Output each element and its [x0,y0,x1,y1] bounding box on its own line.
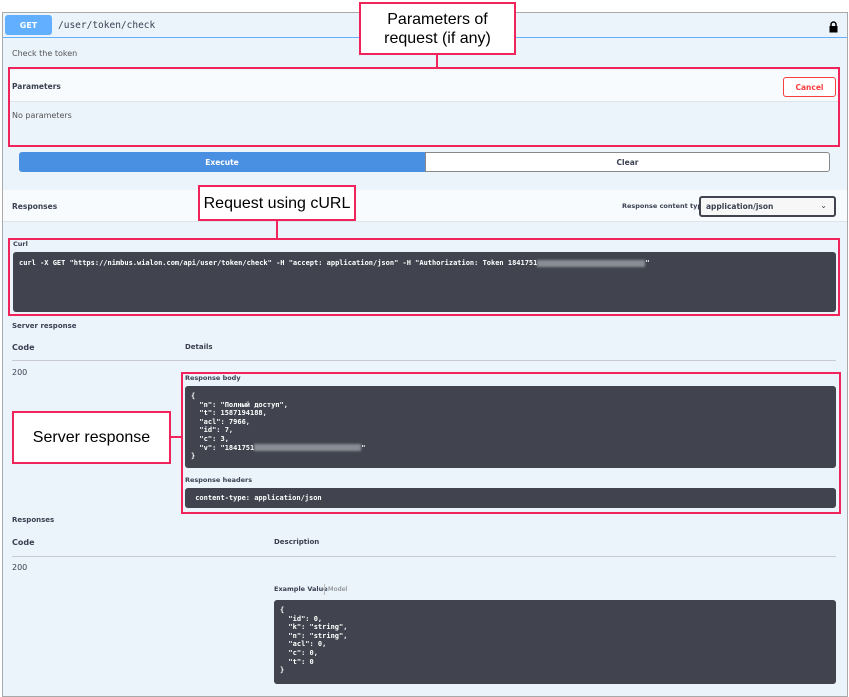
curl-highlight [8,238,840,316]
tab-divider [324,584,325,595]
method-badge: GET [5,15,52,35]
content-type-value: application/json [706,202,774,211]
endpoint-description: Check the token [12,49,78,58]
server-response-highlight [181,372,841,514]
content-type-label: Response content type [622,202,707,210]
clear-button[interactable]: Clear [425,152,830,172]
annotation-server-response: Server response [12,411,171,464]
parameters-highlight [8,67,840,147]
code-column-header: Code [12,343,35,352]
endpoint-path: /user/token/check [58,20,156,31]
details-column-header: Details [185,343,213,351]
content-type-select[interactable]: application/json ⌄ [699,196,836,217]
tab-example-value[interactable]: Example Value [274,585,328,593]
response-code: 200 [12,563,28,572]
connector-line [170,436,182,438]
connector-line [436,55,438,68]
lock-icon[interactable] [829,18,838,33]
execute-button[interactable]: Execute [19,152,425,172]
code-column-header: Code [12,538,35,547]
responses-title: Responses [12,202,58,211]
divider [12,360,836,361]
divider [12,556,836,557]
description-column-header: Description [274,538,320,546]
annotation-curl: Request using cURL [198,185,356,221]
tab-model[interactable]: Model [328,585,348,593]
annotation-parameters: Parameters of request (if any) [359,2,516,55]
example-value-code[interactable]: { "id": 0, "k": "string", "n": "string",… [274,600,836,684]
response-code: 200 [12,368,28,377]
responses-section-title: Responses [12,516,55,524]
server-response-title: Server response [12,322,77,330]
connector-line [276,220,278,239]
chevron-down-icon: ⌄ [820,201,827,210]
